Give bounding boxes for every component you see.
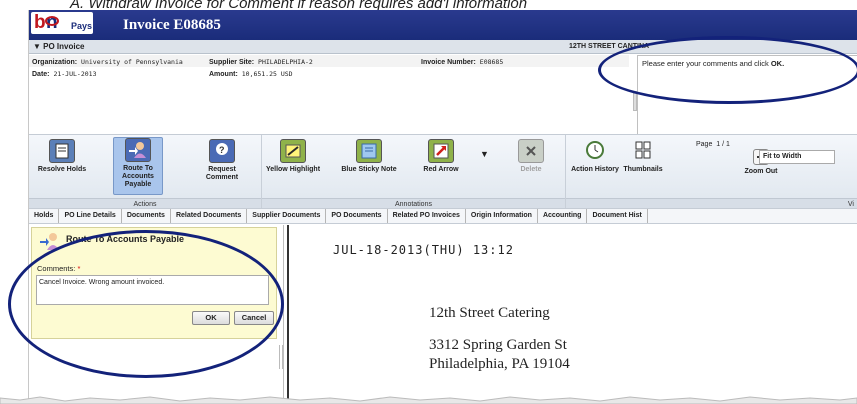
blue-sticky-note-button[interactable]: Blue Sticky Note <box>340 139 398 174</box>
tab-po-documents[interactable]: PO Documents <box>326 209 388 223</box>
tab-document-history[interactable]: Document Hist <box>587 209 648 223</box>
tab-holds[interactable]: Holds <box>29 209 60 223</box>
sticky-note-icon <box>356 139 382 163</box>
bnpays-logo: b n Pays <box>31 12 93 34</box>
red-arrow-icon <box>428 139 454 163</box>
supplier-site-field: Supplier Site: PHILADELPHIA-2 <box>209 58 313 66</box>
invoice-title: Invoice E08685 <box>123 17 221 33</box>
delete-icon <box>518 139 544 163</box>
amount-field: Amount: 10,651.25 USD <box>209 70 293 78</box>
annotation-dropdown-icon[interactable]: ▼ <box>480 149 489 159</box>
tab-supplier-documents[interactable]: Supplier Documents <box>247 209 327 223</box>
resolve-holds-icon <box>49 139 75 163</box>
view-group: Action History Thumbnails Page 1 / 1 Zoo… <box>566 135 857 209</box>
organization-field: Organization: University of Pennsylvania <box>32 58 183 66</box>
red-arrow-button[interactable]: Red Arrow <box>412 139 470 174</box>
doc-address-city: Philadelphia, PA 19104 <box>429 356 570 372</box>
tab-origin-information[interactable]: Origin Information <box>466 209 538 223</box>
request-comment-button[interactable]: ? Request Comment <box>193 139 251 182</box>
route-person-icon <box>125 138 151 162</box>
clock-history-icon <box>582 139 608 163</box>
annotations-group: Yellow Highlight Blue Sticky Note Red Ar… <box>262 135 566 209</box>
tab-related-documents[interactable]: Related Documents <box>171 209 248 223</box>
instruction-highlight-oval <box>598 36 857 104</box>
tab-related-po-invoices[interactable]: Related PO Invoices <box>388 209 466 223</box>
thumbnails-button[interactable]: Thumbnails <box>614 139 672 174</box>
date-field: Date: 21-JUL-2013 <box>32 70 97 78</box>
route-to-ap-button[interactable]: Route To Accounts Payable <box>113 137 163 195</box>
torn-edge-decoration <box>0 396 857 404</box>
logo-pays-text: Pays <box>71 21 93 31</box>
tab-documents[interactable]: Documents <box>122 209 171 223</box>
delete-annotation-button[interactable]: Delete <box>502 139 560 174</box>
invoice-number-field: Invoice Number: E08685 <box>421 58 504 66</box>
panel-splitter-handle[interactable] <box>279 345 283 369</box>
logo-swoosh-icon <box>45 16 59 26</box>
request-comment-icon: ? <box>209 139 235 163</box>
actions-group: Resolve Holds Route To Accounts Payable … <box>29 135 262 209</box>
po-invoice-toggle[interactable]: ▼ PO Invoice <box>33 42 85 51</box>
logo-b-letter: b <box>34 12 46 33</box>
ribbon-toolbar: Resolve Holds Route To Accounts Payable … <box>29 134 857 209</box>
tab-po-line-details[interactable]: PO Line Details <box>59 209 122 223</box>
thumbnails-icon <box>630 139 656 163</box>
page-indicator: Page 1 / 1 <box>696 141 730 148</box>
zoom-fit-select[interactable]: Fit to Width <box>759 150 835 164</box>
invoice-document-viewer: JUL-18-2013(THU) 13:12 12th Street Cater… <box>287 225 857 404</box>
document-tabs: Holds PO Line Details Documents Related Doc… <box>29 208 857 224</box>
fax-timestamp: JUL-18-2013(THU) 13:12 <box>333 243 514 257</box>
doc-company-name: 12th Street Catering <box>429 305 550 321</box>
highlighter-icon <box>280 139 306 163</box>
yellow-highlight-button[interactable]: Yellow Highlight <box>264 139 322 174</box>
svg-text:?: ? <box>219 145 225 155</box>
tab-accounting[interactable]: Accounting <box>538 209 588 223</box>
route-panel-highlight-oval <box>8 230 284 378</box>
resolve-holds-button[interactable]: Resolve Holds <box>33 139 91 174</box>
doc-address-street: 3312 Spring Garden St <box>429 337 567 353</box>
